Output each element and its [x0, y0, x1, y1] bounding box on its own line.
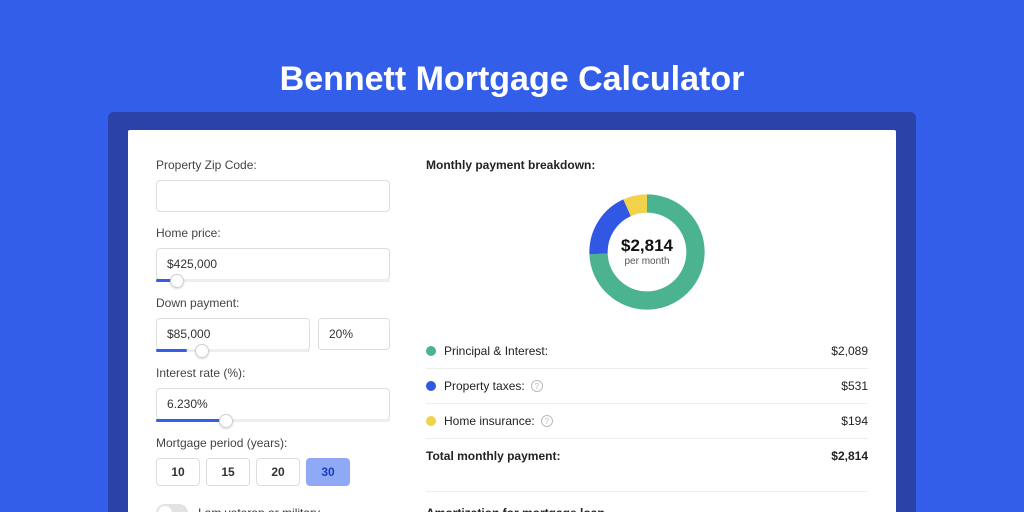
down-payment-slider-fill [156, 349, 187, 352]
period-option-10[interactable]: 10 [156, 458, 200, 486]
dot-icon [426, 381, 436, 391]
veteran-label: I am veteran or military [198, 506, 320, 512]
interest-rate-input[interactable] [156, 388, 390, 420]
form-column: Property Zip Code: Home price: Down paym… [128, 130, 408, 512]
legend-property-taxes: Property taxes: ? $531 [426, 369, 868, 404]
legend-label: Home insurance: ? [444, 414, 841, 428]
donut-chart: $2,814 per month [583, 188, 711, 316]
donut-sub: per month [624, 256, 669, 267]
zip-field: Property Zip Code: [156, 158, 390, 212]
home-price-label: Home price: [156, 226, 390, 240]
legend-total-label: Total monthly payment: [426, 449, 831, 463]
mortgage-period-label: Mortgage period (years): [156, 436, 390, 450]
zip-label: Property Zip Code: [156, 158, 390, 172]
veteran-row: I am veteran or military [156, 504, 390, 512]
interest-rate-slider-thumb[interactable] [219, 414, 233, 428]
calculator-panel: Property Zip Code: Home price: Down paym… [128, 130, 896, 512]
page-title: Bennett Mortgage Calculator [0, 0, 1024, 129]
dot-icon [426, 346, 436, 356]
down-payment-label: Down payment: [156, 296, 390, 310]
legend-principal-interest: Principal & Interest: $2,089 [426, 334, 868, 369]
interest-rate-label: Interest rate (%): [156, 366, 390, 380]
home-price-slider-thumb[interactable] [170, 274, 184, 288]
down-payment-pct-input[interactable] [318, 318, 390, 350]
interest-rate-slider-fill [156, 419, 226, 422]
mortgage-period-options: 10 15 20 30 [156, 458, 390, 486]
veteran-toggle-knob [158, 506, 172, 512]
donut-chart-wrap: $2,814 per month [426, 188, 868, 316]
home-price-field: Home price: [156, 226, 390, 282]
legend-total: Total monthly payment: $2,814 [426, 439, 868, 473]
legend-value: $194 [841, 414, 868, 428]
mortgage-period-field: Mortgage period (years): 10 15 20 30 [156, 436, 390, 486]
interest-rate-field: Interest rate (%): [156, 366, 390, 422]
legend-value: $531 [841, 379, 868, 393]
period-option-30[interactable]: 30 [306, 458, 350, 486]
legend-value: $2,089 [831, 344, 868, 358]
breakdown-title: Monthly payment breakdown: [426, 158, 868, 172]
down-payment-field: Down payment: [156, 296, 390, 352]
period-option-20[interactable]: 20 [256, 458, 300, 486]
down-payment-slider[interactable] [156, 349, 390, 352]
donut-amount: $2,814 [621, 237, 673, 254]
legend-label: Principal & Interest: [444, 344, 831, 358]
legend-label: Property taxes: ? [444, 379, 841, 393]
legend-total-value: $2,814 [831, 449, 868, 463]
breakdown-column: Monthly payment breakdown: $2,814 per mo… [408, 130, 896, 512]
amortization-title: Amortization for mortgage loan [426, 506, 868, 512]
down-payment-slider-thumb[interactable] [195, 344, 209, 358]
info-icon[interactable]: ? [541, 415, 553, 427]
zip-input[interactable] [156, 180, 390, 212]
info-icon[interactable]: ? [531, 380, 543, 392]
donut-center: $2,814 per month [583, 188, 711, 316]
home-price-slider[interactable] [156, 279, 390, 282]
veteran-toggle[interactable] [156, 504, 188, 512]
period-option-15[interactable]: 15 [206, 458, 250, 486]
amortization-card: Amortization for mortgage loan Amortizat… [426, 491, 868, 512]
home-price-input[interactable] [156, 248, 390, 280]
down-payment-input[interactable] [156, 318, 310, 350]
legend-home-insurance: Home insurance: ? $194 [426, 404, 868, 439]
dot-icon [426, 416, 436, 426]
interest-rate-slider[interactable] [156, 419, 390, 422]
